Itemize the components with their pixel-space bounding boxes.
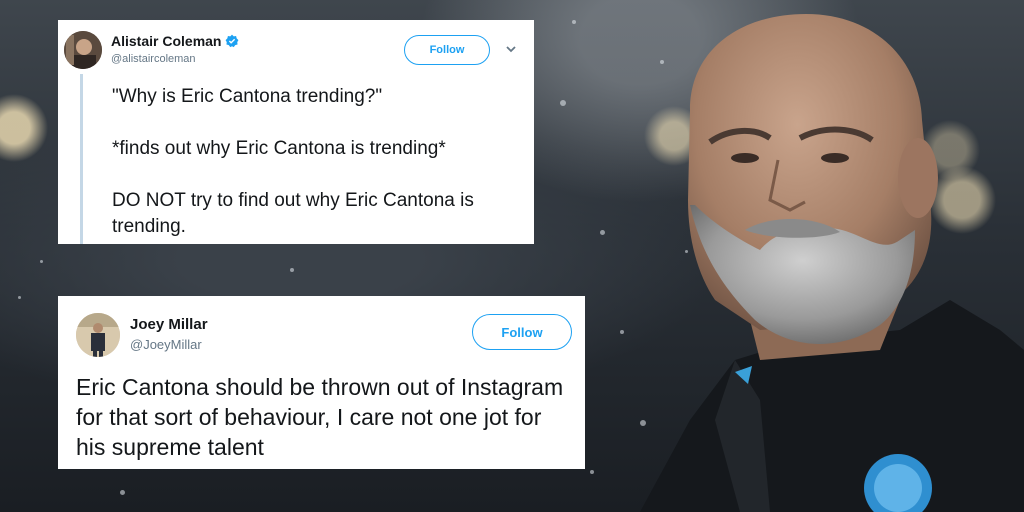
display-name[interactable]: Joey Millar xyxy=(130,316,208,333)
tweet-card-alistair: Alistair Coleman @alistaircoleman Follow… xyxy=(58,20,534,244)
tweet-card-joey: Joey Millar @JoeyMillar Follow Eric Cant… xyxy=(58,296,585,469)
avatar[interactable] xyxy=(76,313,120,357)
follow-button[interactable]: Follow xyxy=(404,35,490,65)
thread-line xyxy=(80,74,83,244)
follow-button[interactable]: Follow xyxy=(472,314,572,350)
verified-badge-icon xyxy=(225,34,239,51)
user-handle[interactable]: @JoeyMillar xyxy=(130,337,202,352)
display-name[interactable]: Alistair Coleman xyxy=(111,33,239,51)
chevron-down-icon[interactable] xyxy=(504,42,518,56)
avatar[interactable] xyxy=(64,31,102,69)
tweet-text: Eric Cantona should be thrown out of Ins… xyxy=(76,374,570,460)
user-handle[interactable]: @alistaircoleman xyxy=(111,53,196,65)
tweet-text: "Why is Eric Cantona trending?" *finds o… xyxy=(112,86,474,237)
